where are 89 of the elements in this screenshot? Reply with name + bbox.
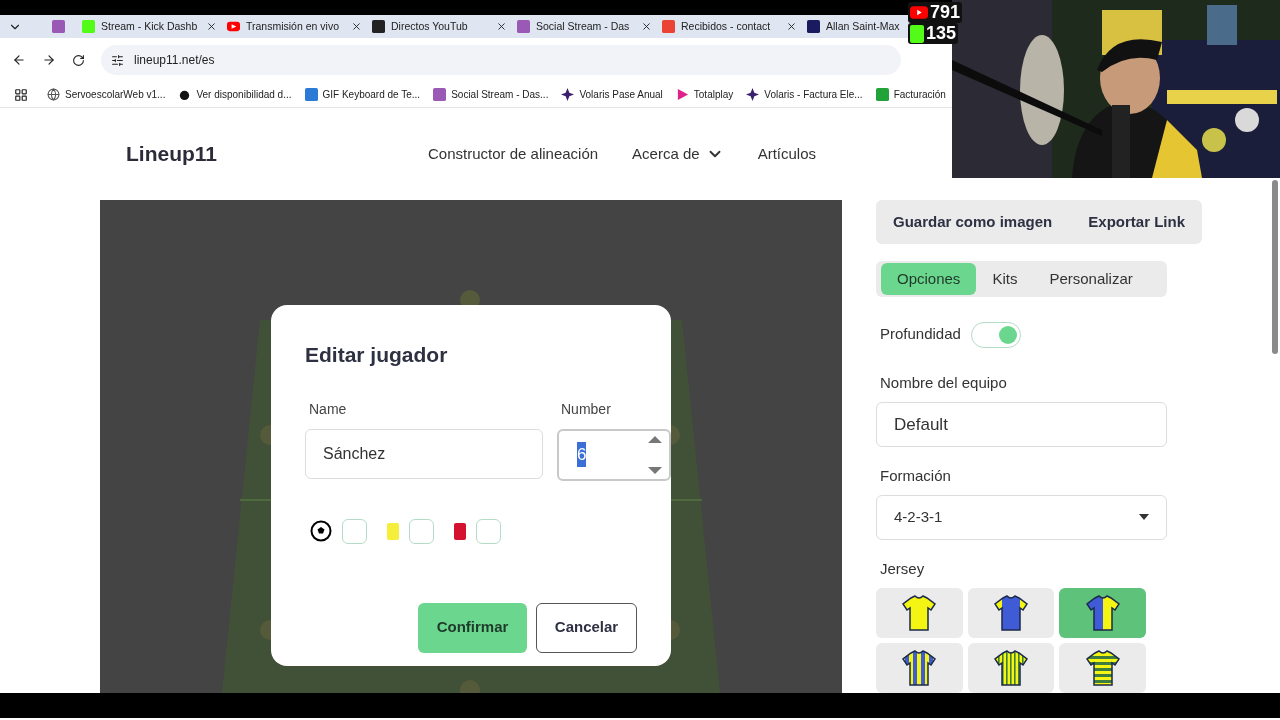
caret-icon [1139,514,1149,521]
viewer-count: 791 [930,2,961,23]
name-field[interactable]: Sánchez [305,428,543,479]
bookmark[interactable]: GIF Keyboard de Te... [304,87,421,102]
settings-tab[interactable]: Personalizar [1033,262,1149,295]
marker-checkbox[interactable] [409,518,434,544]
field-label: Formación [879,465,951,486]
depth-toggle[interactable] [970,321,1021,348]
close-icon[interactable] [786,21,797,32]
bookmark[interactable]: ServoescolarWeb v1... [47,87,166,102]
tab-favicon [807,20,820,33]
field-label: Jersey [879,558,925,579]
ball-icon [310,520,332,542]
bookmark-favicon [47,88,60,101]
bookmark-favicon [433,88,447,101]
tab-title: Directos YouTub [391,18,469,34]
play-logo-icon [910,6,928,19]
marker-checkbox[interactable] [476,518,501,544]
bookmark[interactable]: Social Stream - Das... [433,87,549,102]
bookmark[interactable]: Ver disponibilidad d... [178,87,292,102]
bookmark-favicon [304,88,318,101]
settings-tab[interactable]: Kits [976,262,1034,295]
jersey-option[interactable] [1059,643,1146,693]
nav-link[interactable]: Acerca de [632,142,724,166]
jersey-icon [1085,595,1120,631]
browser-tab[interactable]: Transmisión en vivo [222,15,367,38]
close-icon[interactable] [641,21,652,32]
nav-link[interactable]: Artículos [757,142,816,166]
dialog-title: Editar jugador [305,342,449,368]
card-icon [387,522,399,540]
jersey-option[interactable] [967,643,1055,693]
bookmark-favicon [675,88,689,101]
tab-title: Stream - Kick Dashb [101,18,199,34]
toggle-label: Profundidad [880,324,961,345]
browser-tab[interactable]: Stream - Kick Dashb [77,15,222,38]
close-icon[interactable] [206,21,217,32]
tab-favicon [372,20,385,33]
viewer-count: 135 [926,23,957,44]
site-settings-icon[interactable] [111,53,124,67]
jersey-option[interactable] [876,643,963,693]
browser-tab[interactable]: Recibidos - contact [657,15,802,38]
tab-title: Recibidos - contact [681,18,772,34]
address-bar[interactable]: lineup11.net/es [101,45,901,75]
bookmark-favicon [561,88,575,101]
close-icon[interactable] [496,21,507,32]
card-icon [454,522,466,540]
forward-icon[interactable] [42,53,56,67]
marker-checkbox[interactable] [342,518,367,544]
number-value: 6 [577,441,587,468]
browser-tab[interactable]: Directos YouTub [367,15,512,38]
number-field[interactable]: 6 [557,428,671,481]
apps-icon[interactable] [14,87,28,102]
bookmark[interactable]: Volaris - Factura Ele... [746,87,863,102]
jersey-option[interactable] [967,588,1055,638]
bookmark[interactable]: Volaris Pase Anual [561,87,663,102]
settings-tab[interactable]: Opciones [881,262,977,295]
bookmark[interactable]: Facturación [875,87,946,102]
bookmark-favicon [178,88,192,101]
back-icon[interactable] [12,53,26,67]
field-label: Number [560,399,612,419]
site-logo[interactable]: Lineup11 [126,138,428,170]
tab-favicon [517,20,530,33]
tab-title: Social Stream - Das [536,18,631,34]
close-icon[interactable] [351,21,362,32]
tab-title: Allan Saint-Max [826,18,900,34]
tab-title: Transmisión en vivo [246,18,340,34]
bookmark-favicon [746,88,760,101]
action-button[interactable]: Guardar como imagen [893,210,1053,234]
bookmark-favicon [875,88,889,101]
formation-select[interactable]: 4-2-3-1 [876,495,1167,540]
spinner-arrows-icon[interactable] [647,434,663,475]
bookmark[interactable]: Totalplay [675,87,734,102]
jersey-option[interactable] [876,588,963,638]
tab-favicon [82,20,95,33]
tab-favicon [227,20,240,33]
confirm-button[interactable]: Confirmar [418,602,527,653]
url-text: lineup11.net/es [134,52,215,69]
field-label: Nombre del equipo [879,372,1007,393]
team-name-field[interactable]: Default [876,402,1167,447]
cancel-button[interactable]: Cancelar [536,602,637,653]
field-label: Name [308,399,348,419]
action-button[interactable]: Exportar Link [1088,210,1185,234]
tab-favicon [662,20,675,33]
browser-tab[interactable]: Social Stream - Das [512,15,657,38]
nav-link[interactable]: Constructor de alineación [428,142,599,166]
reload-icon[interactable] [72,53,85,67]
tab-icon [52,20,65,33]
jersey-option[interactable] [1059,588,1146,638]
browser-tab[interactable]: Allan Saint-Max [802,15,905,38]
